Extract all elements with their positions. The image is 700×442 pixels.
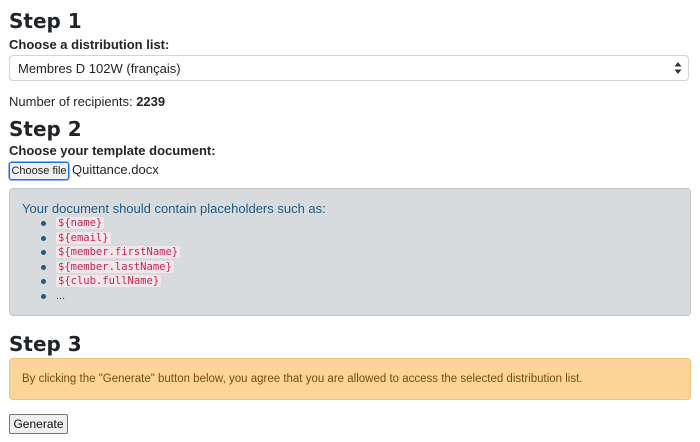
bullet-icon <box>41 235 46 241</box>
bullet-icon <box>41 279 46 285</box>
placeholder-code: ${name} <box>56 217 105 229</box>
placeholders-intro: Your document should contain placeholder… <box>22 201 326 216</box>
list-item: ${member.lastName} <box>36 260 180 275</box>
choose-file-button[interactable]: Choose file <box>9 162 69 180</box>
placeholders-list: ${name} ${email} ${member.firstName} ${m… <box>36 216 181 304</box>
select-arrows-icon <box>674 62 682 74</box>
list-item: ${name} <box>36 216 180 231</box>
bullet-icon <box>41 221 46 226</box>
step3-heading: Step 3 <box>9 332 82 356</box>
placeholder-code: ${club.fullName} <box>56 275 162 288</box>
distribution-list-selected-value: Membres D 102W (français) <box>18 61 181 76</box>
bullet-icon <box>41 293 46 299</box>
list-item: ${member.firstName} <box>36 245 181 260</box>
list-item: ... <box>36 289 180 304</box>
placeholders-info-box: Your document should contain placeholder… <box>9 188 691 316</box>
more-placeholders: ... <box>56 289 66 302</box>
selected-file-name: Quittance.docx <box>72 162 159 177</box>
generate-button[interactable]: Generate <box>9 414 68 434</box>
step2-heading: Step 2 <box>9 117 82 141</box>
recipients-count: 2239 <box>136 94 166 109</box>
list-item: ${email} <box>36 231 180 246</box>
bullet-icon <box>41 250 46 256</box>
bullet-icon <box>41 264 46 270</box>
consent-notice-text: By clicking the "Generate" button below,… <box>22 373 583 385</box>
placeholder-code: ${member.lastName} <box>56 260 174 273</box>
recipients-info: Number of recipients: 2239 <box>9 94 165 110</box>
distribution-list-label: Choose a distribution list: <box>9 37 170 52</box>
step1-heading: Step 1 <box>9 9 82 33</box>
consent-notice: By clicking the "Generate" button below,… <box>9 358 691 400</box>
distribution-list-select[interactable]: Membres D 102W (français) <box>9 55 689 81</box>
placeholder-code: ${member.firstName} <box>56 246 181 259</box>
list-item: ${club.fullName} <box>36 274 180 289</box>
placeholder-code: ${email} <box>56 231 111 244</box>
template-document-label: Choose your template document: <box>9 143 216 158</box>
recipients-label: Number of recipients: <box>9 94 133 109</box>
